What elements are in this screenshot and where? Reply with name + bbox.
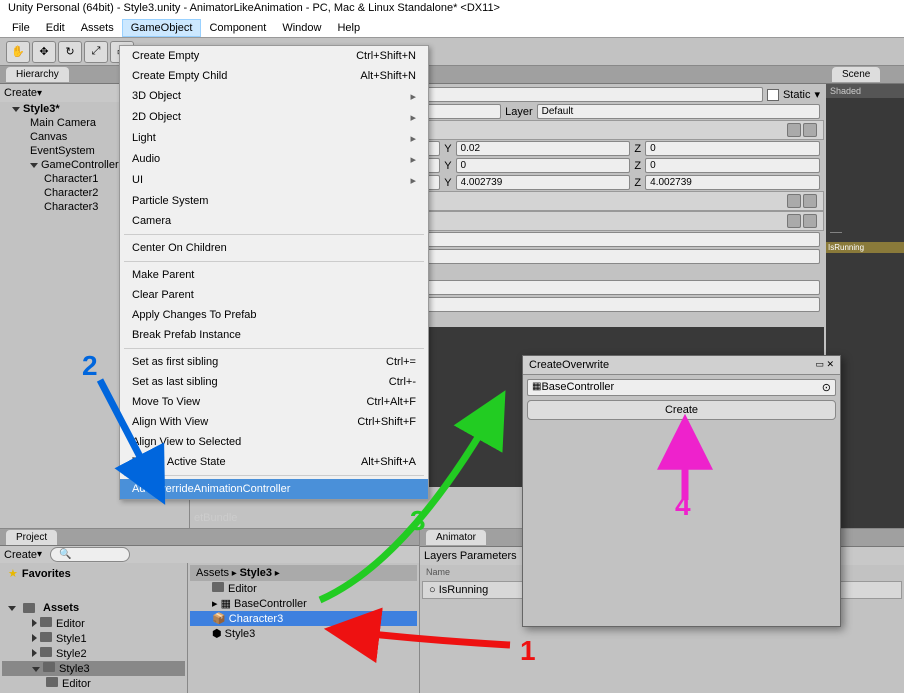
folder-item[interactable]: Style1 xyxy=(2,631,185,646)
menu-help[interactable]: Help xyxy=(329,20,368,36)
project-tab[interactable]: Project xyxy=(6,530,57,545)
rotate-tool[interactable]: ↻ xyxy=(58,41,82,63)
asset-controller[interactable]: ▸ ▦ BaseController xyxy=(190,596,417,611)
menu-file[interactable]: File xyxy=(4,20,38,36)
ctx-particle-system[interactable]: Particle System xyxy=(120,191,428,211)
breadcrumb[interactable]: Assets ▸ Style3 ▸ xyxy=(190,565,417,581)
rot-y[interactable] xyxy=(456,158,631,173)
move-tool[interactable]: ✥ xyxy=(32,41,56,63)
search-input[interactable]: 🔍 xyxy=(50,547,130,562)
ctx-align-with-view[interactable]: Align With ViewCtrl+Shift+F xyxy=(120,412,428,432)
menu-gameobject[interactable]: GameObject xyxy=(122,19,202,37)
gear-icon[interactable] xyxy=(803,123,817,137)
ctx-first-sibling[interactable]: Set as first siblingCtrl+= xyxy=(120,352,428,372)
help-icon[interactable] xyxy=(787,214,801,228)
annotation-3: 3 xyxy=(410,505,426,537)
gear-icon[interactable] xyxy=(803,214,817,228)
ctx-make-parent[interactable]: Make Parent xyxy=(120,265,428,285)
hierarchy-tab[interactable]: Hierarchy xyxy=(6,67,69,82)
pos-z[interactable] xyxy=(645,141,820,156)
ctx-light[interactable]: Light▸ xyxy=(120,128,428,149)
scl-y[interactable] xyxy=(456,175,631,190)
ctx-clear-parent[interactable]: Clear Parent xyxy=(120,285,428,305)
menu-window[interactable]: Window xyxy=(274,20,329,36)
folder-item[interactable]: Editor xyxy=(2,676,185,691)
scl-z[interactable] xyxy=(645,175,820,190)
static-checkbox[interactable] xyxy=(767,89,779,101)
ctx-ui[interactable]: UI▸ xyxy=(120,170,428,191)
popup-title-text: CreateOverwrite xyxy=(529,359,609,371)
asset-prefab[interactable]: 📦 Character3 xyxy=(190,611,417,626)
gear-icon[interactable] xyxy=(803,194,817,208)
ctx-align-view-selected[interactable]: Align View to Selected xyxy=(120,432,428,452)
project-panel: Project Create ▾ 🔍 ★Favorites Assets Edi… xyxy=(0,529,420,693)
ctx-2d-object[interactable]: 2D Object▸ xyxy=(120,107,428,128)
menu-edit[interactable]: Edit xyxy=(38,20,73,36)
folder-item[interactable]: Editor xyxy=(2,616,185,631)
ctx-create-empty-child[interactable]: Create Empty ChildAlt+Shift+N xyxy=(120,66,428,86)
ctx-3d-object[interactable]: 3D Object▸ xyxy=(120,86,428,107)
menu-component[interactable]: Component xyxy=(201,20,274,36)
ctx-break-prefab[interactable]: Break Prefab Instance xyxy=(120,325,428,345)
static-label: Static xyxy=(783,89,811,101)
annotation-2: 2 xyxy=(82,350,98,382)
animator-tab[interactable]: Animator xyxy=(426,530,486,545)
ctx-add-override-controller[interactable]: AddOverrideAnimationController xyxy=(120,479,428,499)
rot-z[interactable] xyxy=(645,158,820,173)
popup-controls[interactable]: ▭ ✕ xyxy=(815,359,834,371)
ctx-toggle-active[interactable]: Toggle Active StateAlt+Shift+A xyxy=(120,452,428,472)
ctx-last-sibling[interactable]: Set as last siblingCtrl+- xyxy=(120,372,428,392)
pos-y[interactable] xyxy=(456,141,631,156)
folder-item[interactable]: Style3 xyxy=(2,661,185,676)
asset-scene[interactable]: ⬢ Style3 xyxy=(190,626,417,641)
parameters-tab[interactable]: Parameters xyxy=(460,550,517,562)
ctx-create-empty[interactable]: Create EmptyCtrl+Shift+N xyxy=(120,46,428,66)
menu-bar: File Edit Assets GameObject Component Wi… xyxy=(0,18,904,38)
annotation-1: 1 xyxy=(520,635,536,667)
layer-label: Layer xyxy=(505,106,533,118)
scene-tab[interactable]: Scene xyxy=(832,67,880,82)
ctx-move-to-view[interactable]: Move To ViewCtrl+Alt+F xyxy=(120,392,428,412)
create-button[interactable]: Create xyxy=(527,400,836,420)
menu-assets[interactable]: Assets xyxy=(73,20,122,36)
layer-dropdown[interactable]: Default xyxy=(537,104,820,119)
ctx-center-children[interactable]: Center On Children xyxy=(120,238,428,258)
window-title: Unity Personal (64bit) - Style3.unity - … xyxy=(0,0,904,18)
help-icon[interactable] xyxy=(787,194,801,208)
asset-bundle-label: etBundle xyxy=(194,512,237,524)
asset-folder[interactable]: Editor xyxy=(190,581,417,596)
assets-root[interactable]: Assets xyxy=(2,600,185,616)
scale-tool[interactable]: ⤢ xyxy=(84,41,108,63)
folder-item[interactable]: Style2 xyxy=(2,646,185,661)
annotation-4: 4 xyxy=(675,490,691,522)
create-dropdown[interactable]: Create xyxy=(4,87,37,99)
ctx-camera[interactable]: Camera xyxy=(120,211,428,231)
shading-dropdown[interactable]: Shaded xyxy=(826,84,904,98)
gameobject-context-menu: Create EmptyCtrl+Shift+N Create Empty Ch… xyxy=(119,45,429,500)
ctx-apply-prefab[interactable]: Apply Changes To Prefab xyxy=(120,305,428,325)
base-controller-field[interactable]: ▦ BaseController⊙ xyxy=(527,379,836,396)
help-icon[interactable] xyxy=(787,123,801,137)
ctx-audio[interactable]: Audio▸ xyxy=(120,149,428,170)
create-dropdown[interactable]: Create xyxy=(4,549,37,561)
hand-tool[interactable]: ✋ xyxy=(6,41,30,63)
scene-label: IsRunning xyxy=(826,242,904,253)
favorites-header[interactable]: ★Favorites xyxy=(2,565,185,582)
layers-tab[interactable]: Layers xyxy=(424,550,457,562)
